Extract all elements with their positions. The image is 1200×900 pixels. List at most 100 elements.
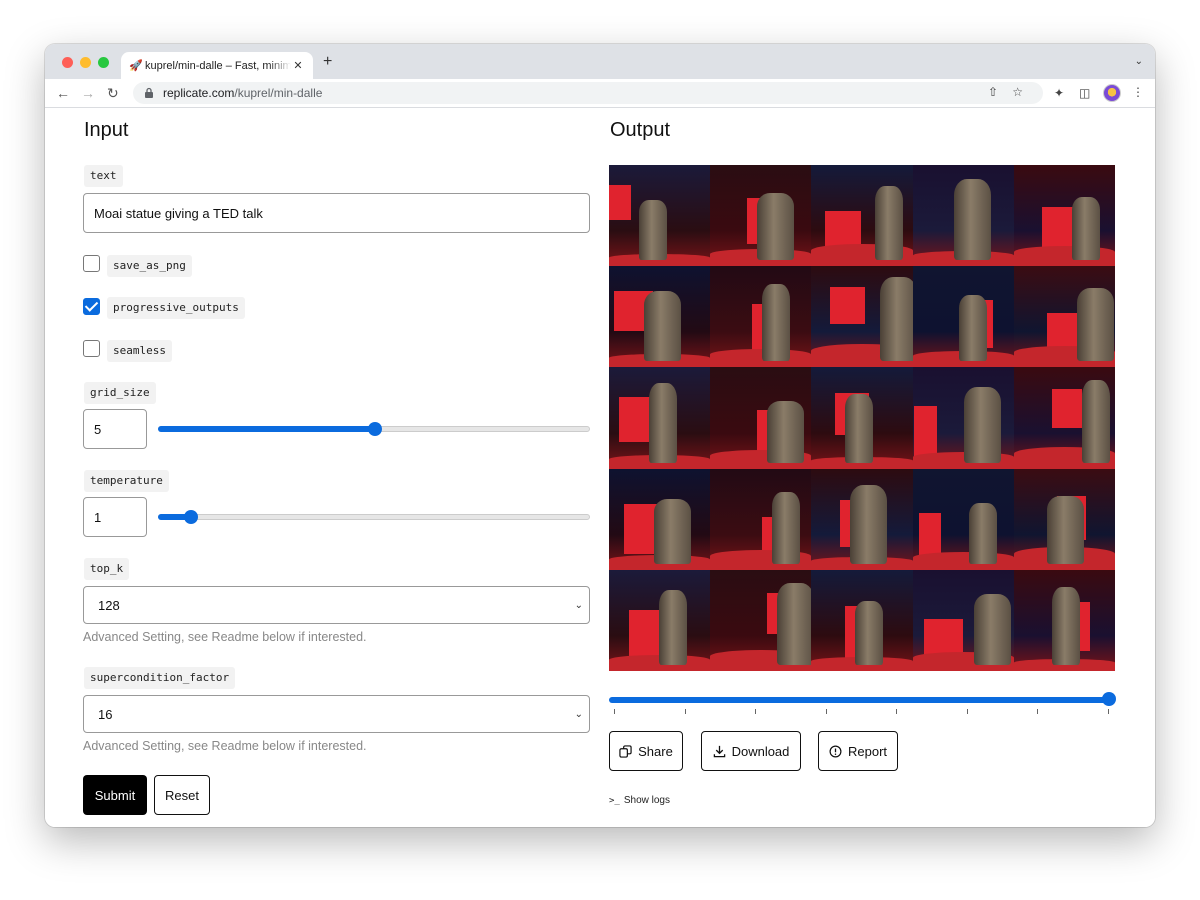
supercondition-factor-help: Advanced Setting, see Readme below if in… [83, 739, 367, 753]
rocket-icon: 🚀 [129, 60, 143, 72]
text-input[interactable]: Moai statue giving a TED talk [83, 193, 590, 233]
page-content: Input text Moai statue giving a TED talk… [45, 109, 1155, 827]
chevron-down-icon: ⌄ [574, 600, 583, 611]
back-icon[interactable]: ← [56, 84, 70, 102]
generated-image[interactable] [1013, 266, 1115, 368]
download-icon [713, 745, 725, 757]
lock-icon [145, 87, 153, 98]
submit-button[interactable]: Submit [83, 775, 147, 815]
maximize-window-button[interactable] [98, 57, 109, 68]
generated-image[interactable] [1013, 165, 1115, 267]
new-tab-button[interactable]: + [323, 54, 332, 70]
generated-image[interactable] [609, 266, 711, 368]
reload-icon[interactable]: ↻ [107, 84, 119, 102]
url-path: /kuprel/min-dalle [234, 86, 323, 100]
alert-circle-icon [829, 745, 842, 757]
text-label: text [84, 165, 123, 187]
share-label: Share [638, 743, 673, 759]
grid-size-input[interactable]: 5 [83, 409, 147, 449]
forward-icon[interactable]: → [81, 84, 95, 102]
generated-image[interactable] [710, 569, 812, 671]
top-k-label: top_k [84, 558, 130, 580]
seamless-checkbox[interactable] [83, 340, 100, 357]
output-image-grid[interactable] [609, 165, 1115, 671]
progress-slider-thumb[interactable] [1102, 692, 1116, 706]
copy-icon [619, 744, 632, 758]
generated-image[interactable] [710, 367, 812, 469]
chevron-down-icon: ⌄ [574, 709, 583, 720]
top-k-value: 128 [98, 597, 120, 613]
download-label: Download [731, 743, 790, 759]
slider-tick [896, 709, 897, 714]
menu-icon[interactable]: ⋮ [1132, 84, 1144, 100]
progressive-outputs-label: progressive_outputs [107, 297, 245, 319]
generated-image[interactable] [609, 165, 711, 267]
grid-size-slider[interactable] [158, 422, 590, 436]
save-as-png-checkbox[interactable] [83, 255, 100, 272]
tab-title: kuprel/min-dalle – Fast, minimal port [145, 59, 291, 72]
top-k-help: Advanced Setting, see Readme below if in… [83, 630, 367, 644]
generated-image[interactable] [609, 367, 711, 469]
slider-tick [966, 709, 968, 714]
sidepanel-icon[interactable]: ◫ [1079, 85, 1090, 101]
share-icon[interactable]: ⇧ [988, 85, 998, 99]
temperature-label: temperature [84, 470, 169, 492]
generated-image[interactable] [710, 165, 812, 267]
temperature-input[interactable]: 1 [83, 497, 147, 537]
generated-image[interactable] [912, 367, 1014, 469]
supercondition-factor-select[interactable]: 16 ⌄ [83, 695, 590, 733]
generated-image[interactable] [609, 569, 711, 671]
minimize-window-button[interactable] [80, 57, 91, 68]
top-k-select[interactable]: 128 ⌄ [83, 586, 590, 624]
download-button[interactable]: Download [701, 731, 801, 771]
temperature-slider-thumb[interactable] [184, 510, 199, 524]
show-logs-link[interactable]: >_ Show logs [609, 795, 670, 806]
tab-strip: 🚀 kuprel/min-dalle – Fast, minimal port … [45, 44, 1155, 79]
browser-tab[interactable]: 🚀 kuprel/min-dalle – Fast, minimal port … [121, 52, 313, 79]
generated-image[interactable] [1013, 569, 1115, 671]
report-label: Report [847, 743, 888, 759]
tab-search-chevron-icon[interactable]: ⌄ [1135, 56, 1143, 67]
slider-tick [1107, 709, 1109, 714]
generated-image[interactable] [811, 266, 913, 368]
grid-size-slider-fill [158, 426, 374, 432]
seamless-label: seamless [107, 340, 172, 362]
generated-image[interactable] [912, 468, 1014, 570]
supercondition-factor-label: supercondition_factor [84, 667, 236, 689]
generated-image[interactable] [710, 266, 812, 368]
slider-tick [825, 709, 827, 714]
temperature-slider[interactable] [158, 510, 590, 524]
generated-image[interactable] [811, 367, 913, 469]
generated-image[interactable] [811, 468, 913, 570]
progress-slider[interactable] [609, 697, 1115, 703]
share-button[interactable]: Share [609, 731, 683, 771]
close-tab-icon[interactable]: ✕ [291, 59, 305, 72]
address-bar[interactable]: replicate.com/kuprel/min-dalle ⇧ ☆ [133, 82, 1043, 104]
extensions-icon[interactable]: ✦ [1054, 85, 1064, 101]
generated-image[interactable] [609, 468, 711, 570]
show-logs-label: Show logs [623, 795, 670, 806]
generated-image[interactable] [1013, 367, 1115, 469]
slider-tick [1037, 709, 1038, 714]
progressive-outputs-checkbox[interactable] [83, 298, 100, 315]
generated-image[interactable] [811, 165, 913, 267]
reset-button[interactable]: Reset [154, 775, 210, 815]
avatar[interactable] [1103, 84, 1121, 102]
input-heading: Input [84, 119, 129, 141]
generated-image[interactable] [710, 468, 812, 570]
generated-image[interactable] [811, 569, 913, 671]
generated-image[interactable] [1013, 468, 1115, 570]
star-icon[interactable]: ☆ [1012, 85, 1023, 99]
report-button[interactable]: Report [818, 731, 898, 771]
generated-image[interactable] [912, 266, 1014, 368]
save-as-png-label: save_as_png [107, 255, 192, 277]
generated-image[interactable] [912, 569, 1014, 671]
supercondition-factor-value: 16 [98, 706, 113, 722]
slider-tick [684, 709, 686, 714]
slider-tick [614, 709, 615, 714]
browser-toolbar: ← → ↻ replicate.com/kuprel/min-dalle ⇧ ☆… [45, 79, 1155, 108]
close-window-button[interactable] [62, 57, 73, 68]
generated-image[interactable] [912, 165, 1014, 267]
grid-size-slider-thumb[interactable] [368, 422, 382, 436]
browser-window: 🚀 kuprel/min-dalle – Fast, minimal port … [45, 44, 1155, 827]
